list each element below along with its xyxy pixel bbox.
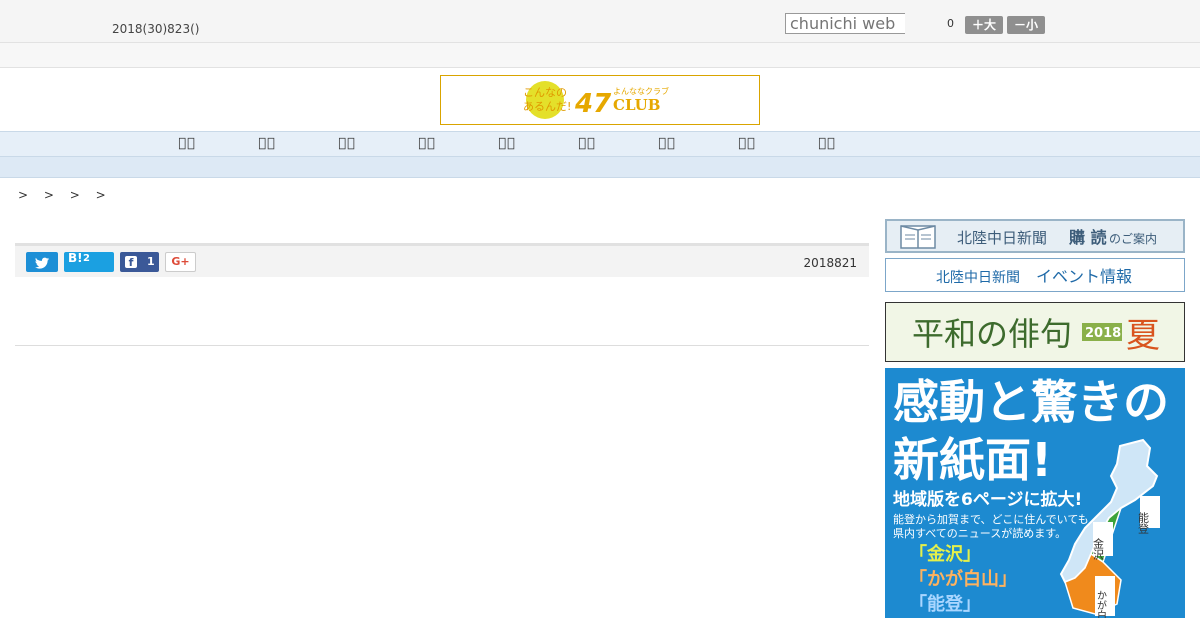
banner-line2: あるんだ! bbox=[523, 100, 571, 113]
banner-club: CLUB bbox=[613, 96, 660, 114]
article-date: 2018821 bbox=[803, 256, 857, 270]
newpaper-headline1: 感動と驚きの bbox=[893, 375, 1169, 429]
map-label-noto: 能登 bbox=[1137, 511, 1150, 534]
facebook-icon: f bbox=[125, 256, 137, 269]
sub-nav bbox=[0, 157, 1200, 178]
haiku-ad-title: 平和の俳句 bbox=[912, 315, 1072, 353]
newpaper-edition1: 「金沢」 bbox=[909, 543, 981, 565]
main-nav:                            bbox=[0, 131, 1200, 157]
subscribe-ad[interactable]: 北陸中日新聞 購 読 のご案内 bbox=[885, 219, 1185, 253]
search-input[interactable] bbox=[785, 13, 905, 34]
nav-item[interactable]:    bbox=[167, 136, 207, 151]
new-paper-edition-ad[interactable]: 感動と驚きの 新紙面! 能登 金沢 かが白山 地域版を6ページに拡大! 能登から… bbox=[885, 368, 1185, 618]
breadcrumb[interactable]: > > > > bbox=[18, 188, 112, 202]
subscribe-ad-main: 北陸中日新聞 bbox=[957, 229, 1047, 247]
nav-item[interactable]:    bbox=[647, 136, 687, 151]
event-ad-paper: 北陸中日新聞 bbox=[936, 270, 1020, 286]
banner-line1: こんなの bbox=[523, 86, 567, 99]
nav-item[interactable]:    bbox=[567, 136, 607, 151]
hatena-bookmark-button[interactable]: B! 2 bbox=[64, 251, 114, 272]
top-bar: 2018(30)823() 0 ＋大 －小 bbox=[0, 0, 1200, 43]
hatena-count: 2 bbox=[83, 253, 90, 264]
subscribe-ad-tail: のご案内 bbox=[1109, 231, 1157, 246]
newpaper-edition2: 「かが白山」 bbox=[909, 568, 1017, 590]
font-smaller-button[interactable]: －小 bbox=[1007, 16, 1045, 34]
sub-bar bbox=[0, 43, 1200, 68]
nav-item[interactable]:    bbox=[407, 136, 447, 151]
font-larger-button[interactable]: ＋大 bbox=[965, 16, 1003, 34]
subscribe-ad-bold: 購 読 bbox=[1068, 228, 1107, 247]
event-ad-text: イベント情報 bbox=[1036, 267, 1132, 286]
map-label-kaga: かが白山 bbox=[1095, 590, 1107, 618]
newpaper-sub: 地域版を6ページに拡大! bbox=[893, 489, 1082, 510]
current-date: 2018(30)823() bbox=[112, 22, 200, 36]
nav-item[interactable]:    bbox=[487, 136, 527, 151]
newspaper-icon bbox=[900, 225, 936, 249]
event-info-ad[interactable]: 北陸中日新聞 イベント情報 bbox=[885, 258, 1185, 292]
facebook-share-button[interactable]: f 1 bbox=[120, 252, 159, 272]
nav-item[interactable]:    bbox=[247, 136, 287, 151]
peace-haiku-ad[interactable]: 平和の俳句 2018 夏 bbox=[885, 302, 1185, 362]
newpaper-body2: 県内すべてのニュースが読めます。 bbox=[893, 526, 1066, 540]
newpaper-edition3: 「能登」 bbox=[909, 593, 981, 615]
twitter-share-button[interactable] bbox=[26, 252, 58, 272]
haiku-ad-year: 2018 bbox=[1085, 326, 1121, 341]
newpaper-body1: 能登から加賀まで、どこに住んでいても bbox=[893, 512, 1089, 526]
nav-item[interactable]:    bbox=[727, 136, 767, 151]
counter: 0 bbox=[947, 17, 954, 30]
map-label-kanazawa: 金沢 bbox=[1092, 537, 1105, 561]
banner-number: 47 bbox=[574, 89, 612, 119]
banner-small-label: よんななクラブ bbox=[613, 86, 669, 96]
haiku-ad-season: 夏 bbox=[1126, 316, 1160, 356]
hatena-icon: B! bbox=[68, 251, 83, 265]
facebook-count: 1 bbox=[147, 255, 155, 268]
article-divider bbox=[15, 345, 869, 346]
twitter-icon bbox=[35, 257, 50, 269]
ishikawa-map-icon: 能登 金沢 かが白山 bbox=[1059, 438, 1160, 618]
nav-item[interactable]:    bbox=[807, 136, 847, 151]
newpaper-headline2: 新紙面! bbox=[893, 433, 1052, 487]
article-share-bar: B! 2 f 1 G+ 2018821 bbox=[15, 243, 869, 277]
google-plus-share-button[interactable]: G+ bbox=[165, 252, 196, 272]
47club-banner[interactable]: こんなの あるんだ! 47 よんななクラブ CLUB bbox=[440, 75, 760, 125]
nav-item[interactable]:    bbox=[327, 136, 367, 151]
